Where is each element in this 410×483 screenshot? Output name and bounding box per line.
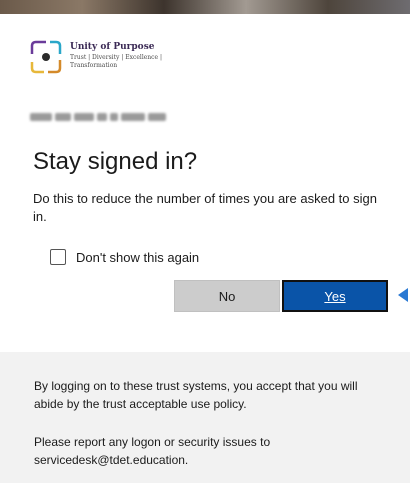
logo-mark-icon (30, 40, 62, 74)
redacted-account-email (30, 113, 180, 123)
policy-notice: By logging on to these trust systems, yo… (34, 379, 358, 411)
dialog-description: Do this to reduce the number of times yo… (33, 191, 377, 224)
logo-tagline: Trust | Diversity | Excellence | Transfo… (70, 54, 163, 69)
dialog-title: Stay signed in? (33, 148, 198, 175)
organization-logo: Unity of Purpose Trust | Diversity | Exc… (28, 40, 228, 90)
pointer-arrow-icon (398, 288, 408, 302)
background-image-strip (0, 0, 410, 14)
dont-show-again-option[interactable]: Don't show this again (50, 248, 199, 266)
dont-show-again-label: Don't show this again (76, 249, 200, 265)
logo-name: Unity of Purpose (70, 42, 155, 52)
support-notice: Please report any logon or security issu… (34, 435, 271, 467)
footer-notice: By logging on to these trust systems, yo… (0, 352, 410, 483)
no-button[interactable]: No (174, 280, 280, 312)
dont-show-again-checkbox[interactable] (50, 249, 66, 265)
yes-button[interactable]: Yes (282, 280, 388, 312)
